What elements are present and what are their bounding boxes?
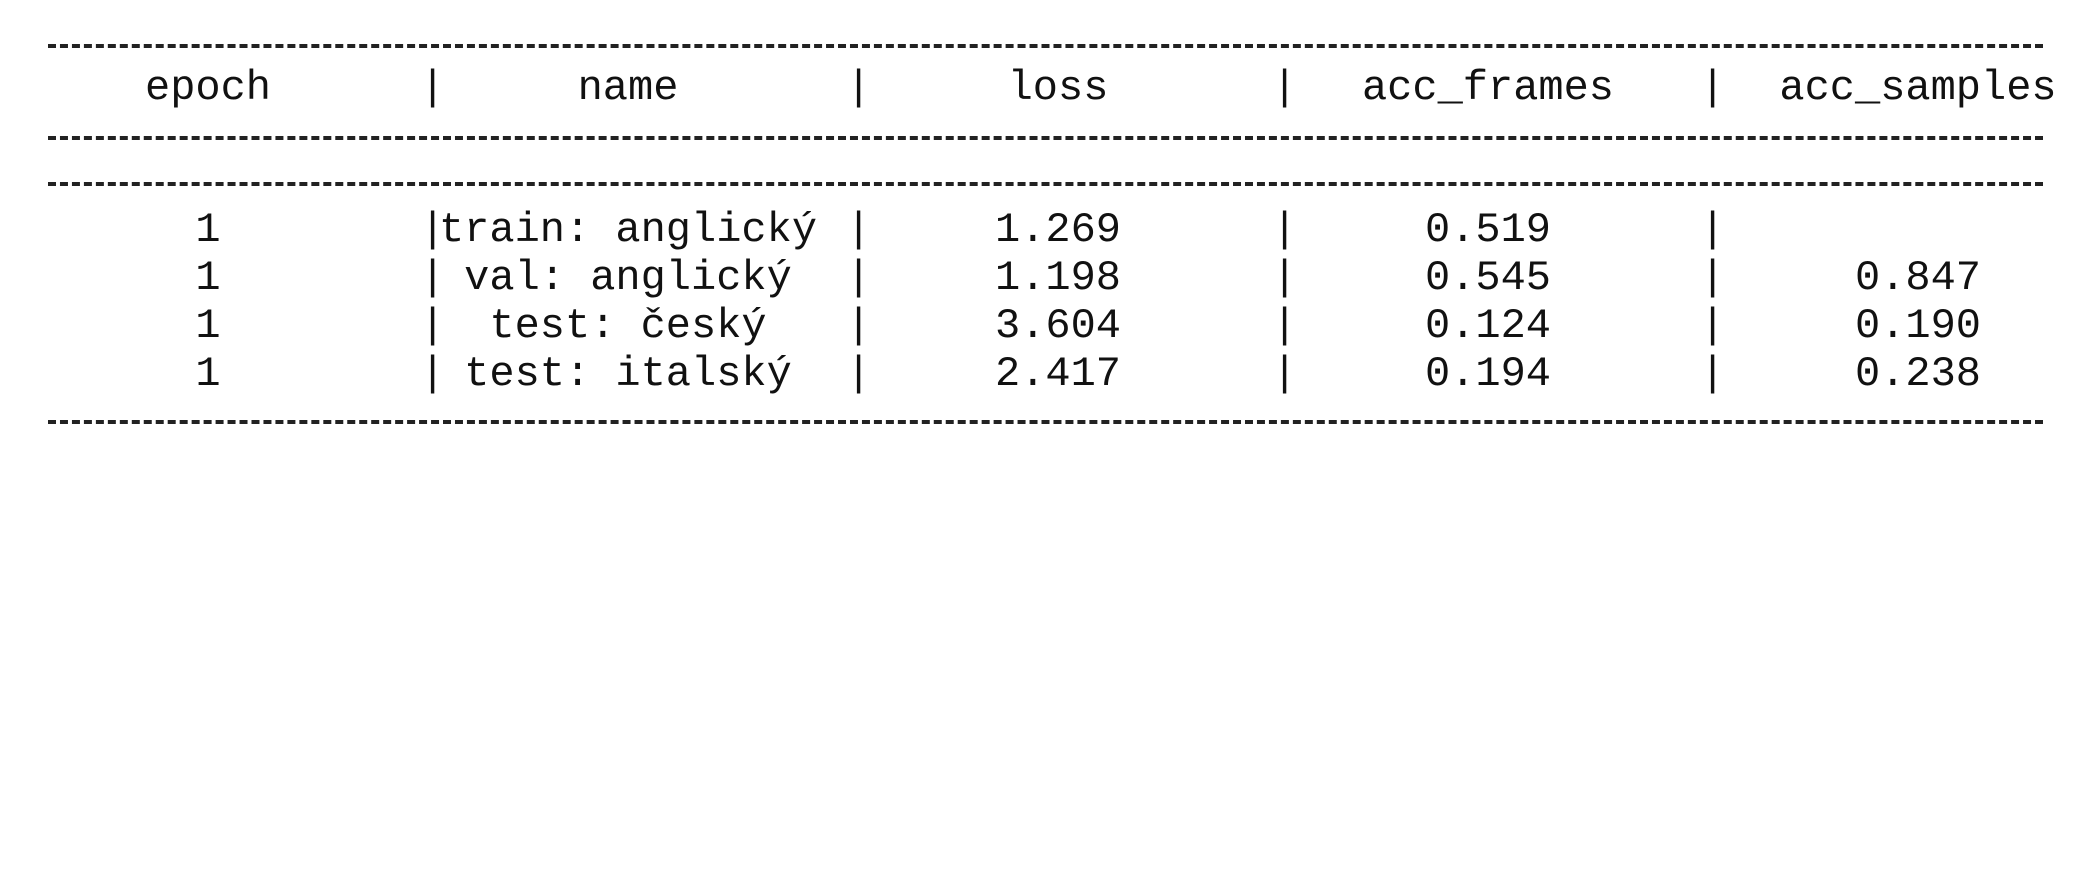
body-top-separator [48, 182, 2043, 186]
cell-loss: 1.269 [994, 206, 1122, 254]
column-divider: | [1700, 302, 1726, 350]
cell-acc-frames: 0.545 [1424, 254, 1552, 302]
cell-epoch: 1 [195, 254, 221, 302]
cell-epoch: 1 [195, 206, 221, 254]
column-divider: | [1700, 254, 1726, 302]
header-loss: loss [1007, 64, 1109, 112]
cell-loss: 3.604 [994, 302, 1122, 350]
column-divider: | [1700, 350, 1726, 398]
header-epoch: epoch [144, 64, 272, 112]
column-divider: | [846, 302, 872, 350]
header-acc-frames: acc_frames [1361, 64, 1615, 112]
column-divider: | [846, 350, 872, 398]
header-row: epoch | name | loss | acc_frames | acc_s… [48, 64, 2057, 112]
cell-acc-frames: 0.124 [1424, 302, 1552, 350]
cell-name: val: anglický [464, 254, 792, 302]
column-divider: | [1272, 206, 1298, 254]
column-divider: | [1272, 64, 1298, 112]
cell-loss: 1.198 [994, 254, 1122, 302]
table-row: 1 | val: anglický | 1.198 | 0.545 | 0.84… [48, 254, 1981, 302]
column-divider: | [1272, 350, 1298, 398]
header-name: name [577, 64, 679, 112]
top-separator [48, 44, 2043, 48]
column-divider: | [846, 64, 872, 112]
cell-loss: 2.417 [994, 350, 1122, 398]
column-divider: | [846, 254, 872, 302]
header-acc-samples: acc_samples [1779, 64, 2057, 112]
table-row: 1 | test: italský | 2.417 | 0.194 | 0.23… [48, 350, 1981, 398]
cell-epoch: 1 [195, 350, 221, 398]
cell-acc-frames: 0.519 [1424, 206, 1552, 254]
cell-name: train: anglický [438, 206, 818, 254]
table-row: 1 | train: anglický | 1.269 | 0.519 | [48, 206, 1725, 254]
cell-acc-frames: 0.194 [1424, 350, 1552, 398]
cell-acc-samples: 0.190 [1854, 302, 1982, 350]
column-divider: | [1700, 64, 1726, 112]
cell-epoch: 1 [195, 302, 221, 350]
cell-name: test: český [489, 302, 767, 350]
column-divider: | [1272, 254, 1298, 302]
cell-acc-samples: 0.847 [1854, 254, 1982, 302]
column-divider: | [1700, 206, 1726, 254]
column-divider: | [1272, 302, 1298, 350]
cell-name: test: italský [464, 350, 792, 398]
cell-acc-samples: 0.238 [1854, 350, 1982, 398]
table-row: 1 | test: český | 3.604 | 0.124 | 0.190 [48, 302, 1981, 350]
header-separator [48, 136, 2043, 140]
column-divider: | [846, 206, 872, 254]
bottom-separator [48, 420, 2043, 424]
